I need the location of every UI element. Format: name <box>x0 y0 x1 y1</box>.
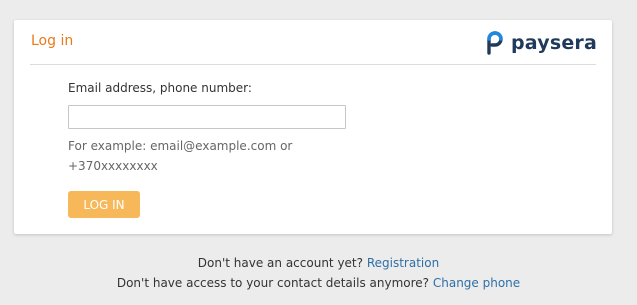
identifier-field-label: Email address, phone number: <box>68 81 252 95</box>
paysera-logo-icon <box>487 31 503 55</box>
card-title: Log in <box>31 33 74 49</box>
no-access-text: Don't have access to your contact detail… <box>116 276 430 290</box>
paysera-logo[interactable]: paysera <box>485 30 597 56</box>
card-header: Log in paysera <box>14 20 612 64</box>
registration-line: Don't have an account yet? Registration <box>0 256 637 270</box>
input-hint: For example: email@example.com or +370xx… <box>68 139 293 173</box>
registration-link[interactable]: Registration <box>367 256 439 270</box>
no-account-text: Don't have an account yet? <box>197 256 363 270</box>
logo-text: paysera <box>511 32 598 54</box>
change-phone-link[interactable]: Change phone <box>433 276 520 290</box>
header-divider <box>30 64 596 65</box>
login-card: Log in paysera Email address, phone numb… <box>14 20 612 234</box>
identifier-input[interactable] <box>68 105 346 129</box>
login-button[interactable]: LOG IN <box>68 191 140 218</box>
change-phone-line: Don't have access to your contact detail… <box>0 276 637 290</box>
